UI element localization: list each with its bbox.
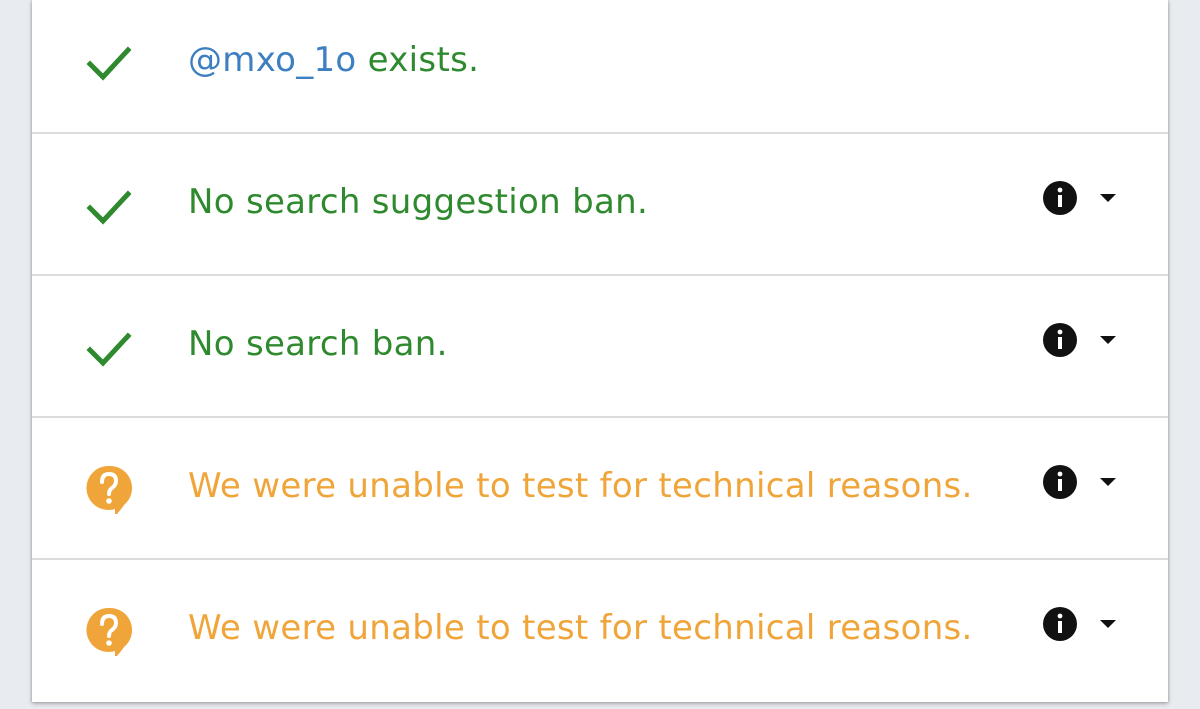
info-icon[interactable]	[1042, 322, 1078, 358]
result-message: We were unable to test for technical rea…	[188, 608, 973, 648]
checkmark-icon	[84, 182, 134, 232]
result-row-ghost-ban: We were unable to test for technical rea…	[32, 418, 1168, 560]
info-icon[interactable]	[1042, 606, 1078, 642]
result-row-exists: @mxo_1o exists.	[32, 0, 1168, 134]
checkmark-icon	[84, 324, 134, 374]
result-row-search-suggestion-ban: No search suggestion ban.	[32, 134, 1168, 276]
result-text: exists.	[356, 40, 480, 80]
caret-down-icon[interactable]	[1098, 476, 1118, 488]
caret-down-icon[interactable]	[1098, 618, 1118, 630]
info-icon[interactable]	[1042, 464, 1078, 500]
caret-down-icon[interactable]	[1098, 192, 1118, 204]
user-handle-link[interactable]: @mxo_1o	[188, 40, 357, 80]
result-message: No search suggestion ban.	[188, 182, 649, 222]
checkmark-icon	[84, 38, 134, 88]
result-message: We were unable to test for technical rea…	[188, 466, 973, 506]
result-row-reply-deboosting: We were unable to test for technical rea…	[32, 560, 1168, 702]
caret-down-icon[interactable]	[1098, 334, 1118, 346]
result-message-exists: @mxo_1o exists.	[188, 40, 479, 80]
info-icon[interactable]	[1042, 180, 1078, 216]
results-card: @mxo_1o exists. No search suggestion ban…	[32, 0, 1168, 702]
result-row-search-ban: No search ban.	[32, 276, 1168, 418]
result-message: No search ban.	[188, 324, 448, 364]
question-bubble-icon	[84, 464, 134, 514]
question-bubble-icon	[84, 606, 134, 656]
